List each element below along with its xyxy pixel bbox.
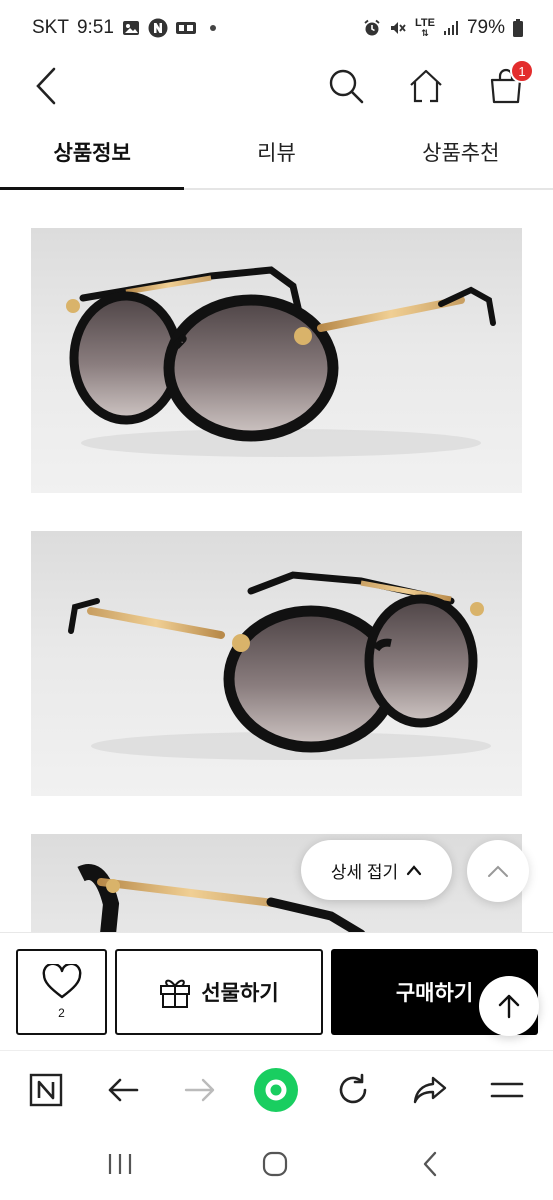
arrow-up-icon <box>498 994 520 1019</box>
green-home-icon <box>254 1068 298 1112</box>
home-button[interactable] <box>396 56 456 116</box>
alarm-icon <box>363 19 381 37</box>
tab-bar: 상품정보 리뷰 상품추천 <box>0 116 553 190</box>
browser-toolbar <box>0 1050 553 1128</box>
collapse-chevron-button[interactable] <box>467 840 529 902</box>
network-type: LTE ⇅ <box>415 17 435 39</box>
carrier-text: SKT <box>32 17 69 38</box>
image-icon <box>122 19 140 37</box>
gift-icon <box>160 979 191 1008</box>
recents-button[interactable] <box>75 1128 165 1200</box>
browser-back-button[interactable] <box>85 1051 161 1129</box>
search-button[interactable] <box>316 56 376 116</box>
signal-icon <box>443 20 459 36</box>
like-count: 2 <box>58 1006 65 1020</box>
collapse-details-button[interactable]: 상세 접기 <box>301 840 452 900</box>
cart-badge: 1 <box>510 59 534 83</box>
back-button[interactable] <box>16 56 76 116</box>
product-detail-content <box>0 192 553 932</box>
mute-icon <box>389 19 407 37</box>
like-button[interactable]: 2 <box>16 949 107 1035</box>
gift-button[interactable]: 선물하기 <box>115 949 323 1035</box>
collapse-details-label: 상세 접기 <box>330 862 399 882</box>
naver-n-button[interactable] <box>8 1051 84 1129</box>
naver-icon <box>148 18 168 38</box>
chevron-up-icon <box>407 865 422 876</box>
back-nav-icon <box>423 1151 437 1177</box>
status-bar: SKT 9:51 LTE ⇅ 79% <box>0 0 553 56</box>
heart-icon <box>42 964 81 999</box>
refresh-button[interactable] <box>315 1051 391 1129</box>
menu-button[interactable] <box>469 1051 545 1129</box>
home-icon <box>410 69 442 103</box>
naver-green-button[interactable] <box>238 1051 314 1129</box>
scroll-to-top-button[interactable] <box>479 976 539 1036</box>
gift-label: 선물하기 <box>201 982 279 1005</box>
system-home-button[interactable] <box>230 1128 320 1200</box>
search-icon <box>329 69 364 104</box>
forward-icon <box>184 1078 215 1102</box>
browser-forward-button[interactable] <box>162 1051 238 1129</box>
menu-icon <box>490 1082 524 1098</box>
sunglasses-illustration-1 <box>66 266 496 457</box>
network-label: LTE <box>415 17 435 29</box>
chevron-up-light-icon <box>488 865 508 877</box>
recents-icon <box>108 1154 132 1174</box>
tab-product-info[interactable]: 상품정보 <box>0 116 185 190</box>
system-back-button[interactable] <box>385 1128 475 1200</box>
purchase-action-bar: 2 선물하기 구매하기 <box>0 932 553 1050</box>
clock-time: 9:51 <box>76 17 114 38</box>
battery-icon <box>513 19 523 37</box>
share-icon <box>413 1076 447 1104</box>
sunglasses-illustration-2 <box>68 571 491 760</box>
product-image-2 <box>31 531 522 796</box>
product-image-1 <box>31 228 522 493</box>
cart-button[interactable]: 1 <box>476 56 536 116</box>
battery-percent: 79% <box>466 17 505 38</box>
refresh-icon <box>339 1073 367 1104</box>
messages-icon <box>175 21 196 35</box>
buy-label: 구매하기 <box>395 982 474 1005</box>
home-circle-icon <box>262 1151 288 1177</box>
back-arrow-icon <box>36 67 56 105</box>
back-icon <box>108 1078 139 1102</box>
app-header: 1 <box>0 56 553 116</box>
naver-n-icon <box>29 1073 63 1107</box>
system-navigation-bar <box>0 1128 553 1200</box>
tab-recommendations[interactable]: 상품추천 <box>369 116 553 188</box>
more-notifications-icon <box>209 25 216 31</box>
share-button[interactable] <box>392 1051 468 1129</box>
tab-reviews[interactable]: 리뷰 <box>184 116 368 188</box>
